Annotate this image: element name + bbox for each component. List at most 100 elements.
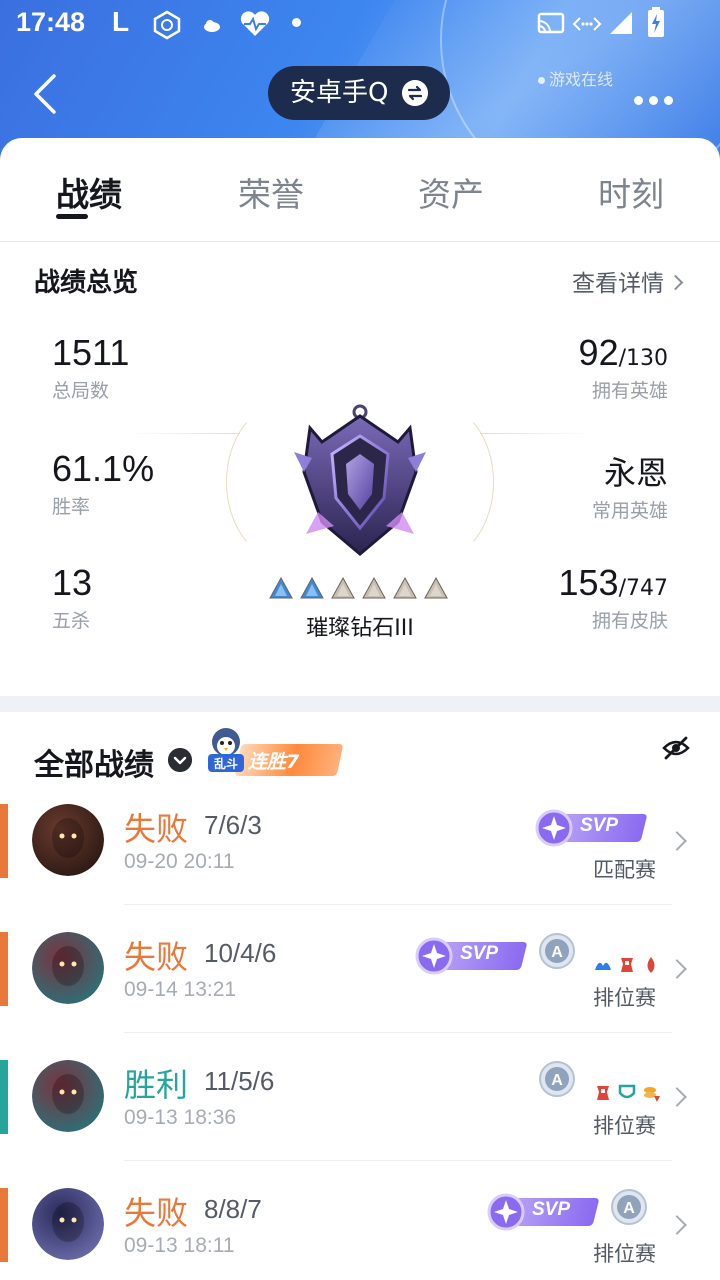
row-divider — [124, 904, 672, 905]
row-divider — [124, 1032, 672, 1033]
svg-text:A: A — [623, 1200, 635, 1217]
more-dot-icon — [634, 96, 643, 105]
tab-assets[interactable]: 资产 — [418, 168, 484, 216]
match-result: 失败 — [124, 1194, 189, 1232]
match-kda: 8/8/7 — [204, 1194, 262, 1224]
chevron-right-icon — [667, 959, 687, 979]
match-mode: 排位赛 — [593, 1242, 656, 1266]
match-date: 09-13 18:36 — [124, 1106, 237, 1129]
match-result: 失败 — [124, 938, 189, 976]
tab-record[interactable]: 战绩 — [56, 168, 122, 216]
svg-text:乱斗: 乱斗 — [214, 756, 238, 771]
svp-star-icon — [487, 1193, 525, 1231]
match-date: 09-13 18:11 — [124, 1234, 235, 1257]
more-button[interactable] — [634, 90, 679, 109]
heart-rate-icon — [240, 11, 270, 36]
tab-bar: 战绩 荣誉 资产 时刻 — [0, 138, 720, 242]
match-medal-icons — [592, 954, 664, 976]
overview-title: 战绩总览 — [34, 268, 139, 298]
online-status: 游戏在线 — [538, 66, 613, 90]
hide-eye-icon[interactable] — [662, 736, 690, 760]
svg-text:A: A — [551, 944, 563, 961]
match-row[interactable]: 胜利 11/5/6 09-13 18:36 A 排位赛 — [0, 1060, 720, 1188]
match-row[interactable]: 失败 7/6/3 09-20 20:11 SVP 匹配赛 — [0, 804, 720, 932]
match-kda: 11/5/6 — [204, 1066, 275, 1096]
drop-icon — [647, 957, 655, 973]
account-title: 安卓手Q — [290, 78, 389, 108]
more-dot-icon — [664, 96, 673, 105]
match-row[interactable]: 失败 8/8/7 09-13 18:11 SVP A 排位赛 — [0, 1188, 720, 1280]
cast-icon — [537, 12, 565, 34]
a-rating-icon: A — [539, 933, 575, 969]
a-rating-icon: A — [611, 1189, 647, 1225]
svp-star-icon — [535, 809, 573, 847]
decor-line — [480, 433, 590, 434]
overview-card: 战绩总览 查看详情 1511 总局数 61.1% 胜率 13 五杀 92/130… — [0, 242, 720, 696]
battery-icon — [648, 7, 664, 37]
a-rating-icon: A — [539, 1061, 575, 1097]
svp-label: SVP — [580, 815, 619, 836]
header: 17:48 L 安卓手Q 游戏在线 — [0, 0, 720, 160]
match-result: 胜利 — [124, 1066, 189, 1104]
stat-win-rate: 61.1% 胜率 — [52, 448, 155, 518]
vpn-icon — [153, 10, 181, 40]
svp-label: SVP — [460, 943, 499, 964]
match-mode: 匹配赛 — [593, 858, 656, 882]
penguin-mascot-icon: 乱斗 — [208, 728, 244, 772]
hero-avatar — [32, 1060, 104, 1132]
stat-penta-kills: 13 五杀 — [52, 562, 93, 632]
svg-text:A: A — [551, 1072, 563, 1089]
row-divider — [124, 1160, 672, 1161]
rank-star-empty-icon — [393, 576, 417, 599]
match-medal-icons — [592, 1082, 664, 1104]
result-indicator-bar — [0, 804, 8, 878]
diamond-rank-emblem-icon — [294, 404, 426, 556]
svp-star-icon — [415, 937, 453, 975]
tab-indicator — [56, 214, 88, 219]
svp-badge: SVP — [414, 936, 528, 975]
rank-stars — [268, 576, 454, 602]
filter-dropdown-button[interactable] — [168, 748, 192, 772]
records-section: 全部战绩 连胜7 乱斗 失败 7/6/3 09-20 20:11 SVP 匹配赛 失败 10… — [0, 712, 720, 1280]
svp-badge: SVP — [486, 1192, 600, 1231]
chevron-right-icon — [667, 831, 687, 851]
match-mode: 排位赛 — [593, 1114, 656, 1138]
win-streak-badge: 连胜7 乱斗 — [204, 718, 344, 778]
online-dot-icon — [538, 77, 545, 84]
match-row[interactable]: 失败 10/4/6 09-14 13:21 SVP A 排位赛 — [0, 932, 720, 1060]
match-date: 09-14 13:21 — [124, 978, 237, 1001]
result-indicator-bar — [0, 932, 8, 1006]
match-mode: 排位赛 — [593, 986, 656, 1010]
status-time: 17:48 — [16, 7, 86, 37]
tower-icon — [597, 1086, 609, 1100]
svp-badge: SVP — [534, 808, 648, 847]
chevron-right-icon — [667, 1215, 687, 1235]
cloud-icon — [204, 20, 220, 32]
stat-common-hero: 永恩 常用英雄 — [591, 454, 668, 522]
back-button[interactable] — [30, 72, 70, 116]
signal-icon — [610, 12, 632, 34]
match-kda: 7/6/3 — [204, 810, 262, 840]
coins-icon — [644, 1087, 660, 1102]
view-details-link[interactable]: 查看详情 — [572, 264, 684, 298]
records-title: 全部战绩 — [34, 748, 154, 783]
match-date: 09-20 20:11 — [124, 850, 235, 873]
hero-avatar — [32, 932, 104, 1004]
status-bar: 17:48 L — [0, 0, 720, 50]
more-dot-icon — [649, 96, 658, 105]
dot-icon — [292, 18, 301, 27]
tab-moments[interactable]: 时刻 — [598, 168, 664, 216]
wave-icon — [595, 962, 611, 970]
rank-star-empty-icon — [424, 576, 448, 599]
match-result: 失败 — [124, 810, 189, 848]
stat-heroes-owned: 92/130 拥有英雄 — [578, 332, 668, 402]
hero-avatar — [32, 1188, 104, 1260]
rank-star-empty-icon — [362, 576, 386, 599]
rank-star-filled-icon — [300, 576, 324, 599]
tab-honor[interactable]: 荣誉 — [238, 168, 304, 216]
account-switch-button[interactable]: 安卓手Q — [268, 66, 450, 120]
stat-total-games: 1511 总局数 — [52, 332, 130, 402]
rank-name: 璀璨钻石III — [306, 616, 414, 641]
chevron-right-icon — [667, 1087, 687, 1107]
svp-label: SVP — [532, 1199, 571, 1220]
